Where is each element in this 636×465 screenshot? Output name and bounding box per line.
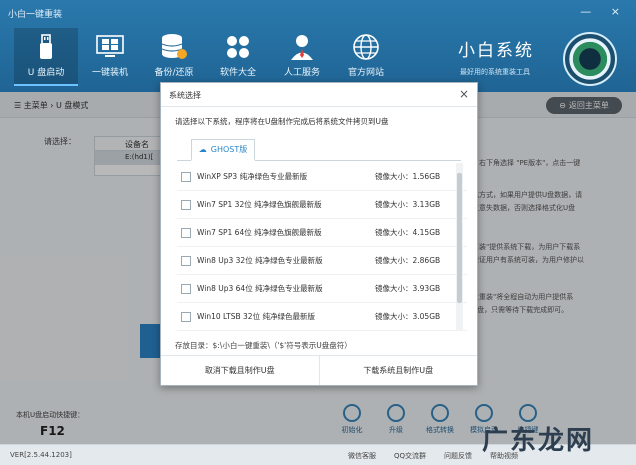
ghost-icon: ☁ — [198, 145, 207, 154]
checkbox[interactable] — [181, 311, 191, 322]
download-and-make-button[interactable]: 下载系统且制作U盘 — [318, 356, 478, 385]
nav-website[interactable]: 官方网站 — [334, 28, 398, 86]
nav-software[interactable]: 软件大全 — [206, 28, 270, 86]
list-item[interactable]: Win7 SP1 64位 纯净绿色旗舰最新版 镜像大小：4.15GB — [177, 219, 467, 247]
list-item[interactable]: Win10 LTSB 32位 纯净绿色最新版 镜像大小：3.05GB — [177, 303, 467, 331]
tab-label: GHOST版 — [210, 145, 248, 154]
system-name: Win8 Up3 32位 纯净绿色专业最新版 — [197, 256, 323, 265]
list-item[interactable]: Win7 SP1 32位 纯净绿色旗舰最新版 镜像大小：3.13GB — [177, 191, 467, 219]
watermark: 广东龙网 — [482, 426, 595, 456]
system-list: WinXP SP3 纯净绿色专业最新版 镜像大小：1.56GB Win7 SP1… — [177, 163, 467, 331]
checkbox[interactable] — [181, 227, 191, 238]
checkbox[interactable] — [181, 199, 191, 210]
nav-label: 备份/还原 — [154, 68, 194, 78]
list-scrollbar[interactable] — [456, 163, 463, 331]
nav-label: 一键装机 — [91, 68, 128, 78]
save-directory: 存放目录：$:\小白一键重装\（'$'符号表示U盘盘符） — [175, 341, 352, 350]
dialog-description: 请选择以下系统，程序将在U盘制作完成后将系统文件拷贝到U盘 — [175, 117, 389, 126]
image-size: 镜像大小：2.86GB — [375, 256, 441, 265]
system-name: WinXP SP3 纯净绿色专业最新版 — [197, 172, 308, 181]
image-size: 镜像大小：4.15GB — [375, 228, 441, 237]
nav-label: U 盘启动 — [27, 68, 65, 78]
nav-label: 人工服务 — [283, 68, 320, 78]
checkbox[interactable] — [181, 283, 191, 294]
cancel-download-button[interactable]: 取消下载且制作U盘 — [161, 356, 319, 385]
nav-label: 软件大全 — [219, 68, 256, 78]
checkbox[interactable] — [181, 255, 191, 266]
system-name: Win8 Up3 64位 纯净绿色专业最新版 — [197, 284, 323, 293]
checkbox[interactable] — [181, 171, 191, 182]
nav-support[interactable]: 人工服务 — [270, 28, 334, 86]
brand-slogan: 最好用的系统重装工具 — [460, 68, 530, 76]
usb-icon — [31, 33, 61, 61]
nav-backup-restore[interactable]: 备份/还原 — [142, 28, 206, 86]
system-name: Win10 LTSB 32位 纯净绿色最新版 — [197, 312, 315, 321]
dialog-title-bar: 系统选择 × — [161, 83, 477, 107]
image-size: 镜像大小：1.56GB — [375, 172, 441, 181]
windows-icon — [95, 33, 125, 61]
dialog-buttons: 取消下载且制作U盘 下载系统且制作U盘 — [161, 355, 477, 385]
scrollbar-thumb[interactable] — [457, 173, 462, 303]
list-item[interactable]: WinXP SP3 纯净绿色专业最新版 镜像大小：1.56GB — [177, 163, 467, 191]
image-size: 镜像大小：3.93GB — [375, 284, 441, 293]
nav-label: 官方网站 — [347, 68, 384, 78]
main-nav: U 盘启动 一键装机 备份/还原 软件大全 人工服务 官方网站 — [14, 28, 398, 86]
image-size: 镜像大小：3.13GB — [375, 200, 441, 209]
nav-one-click-install[interactable]: 一键装机 — [78, 28, 142, 86]
apps-icon — [223, 33, 253, 61]
app-header: 小白一键重装 — × U 盘启动 一键装机 备份/还原 软件大全 人工服务 官方… — [0, 0, 636, 92]
support-agent-icon — [287, 33, 317, 61]
tab-ghost[interactable]: ☁ GHOST版 — [191, 139, 255, 161]
system-select-dialog: 系统选择 × 请选择以下系统，程序将在U盘制作完成后将系统文件拷贝到U盘 ☁ G… — [160, 82, 478, 386]
window-title: 小白一键重装 — [8, 10, 63, 20]
list-item[interactable]: Win8 Up3 64位 纯净绿色专业最新版 镜像大小：3.93GB — [177, 275, 467, 303]
footer-link-feedback[interactable]: 问题反馈 — [444, 451, 472, 461]
system-name: Win7 SP1 64位 纯净绿色旗舰最新版 — [197, 228, 322, 237]
footer-link-qq[interactable]: QQ交流群 — [394, 451, 426, 461]
system-name: Win7 SP1 32位 纯净绿色旗舰最新版 — [197, 200, 322, 209]
window-controls[interactable]: — × — [580, 5, 628, 18]
image-size: 镜像大小：3.05GB — [375, 312, 441, 321]
database-icon — [159, 33, 189, 61]
list-item[interactable]: Win8 Up3 32位 纯净绿色专业最新版 镜像大小：2.86GB — [177, 247, 467, 275]
version-text: VER[2.5.44.1203] — [10, 451, 72, 459]
brand-logo — [563, 32, 617, 86]
close-icon[interactable]: × — [459, 87, 469, 101]
dialog-title: 系统选择 — [169, 91, 201, 100]
footer-link-wechat[interactable]: 微信客服 — [348, 451, 376, 461]
nav-usb-boot[interactable]: U 盘启动 — [14, 28, 78, 86]
globe-icon — [351, 33, 381, 61]
brand-name: 小白系统 — [458, 41, 534, 61]
